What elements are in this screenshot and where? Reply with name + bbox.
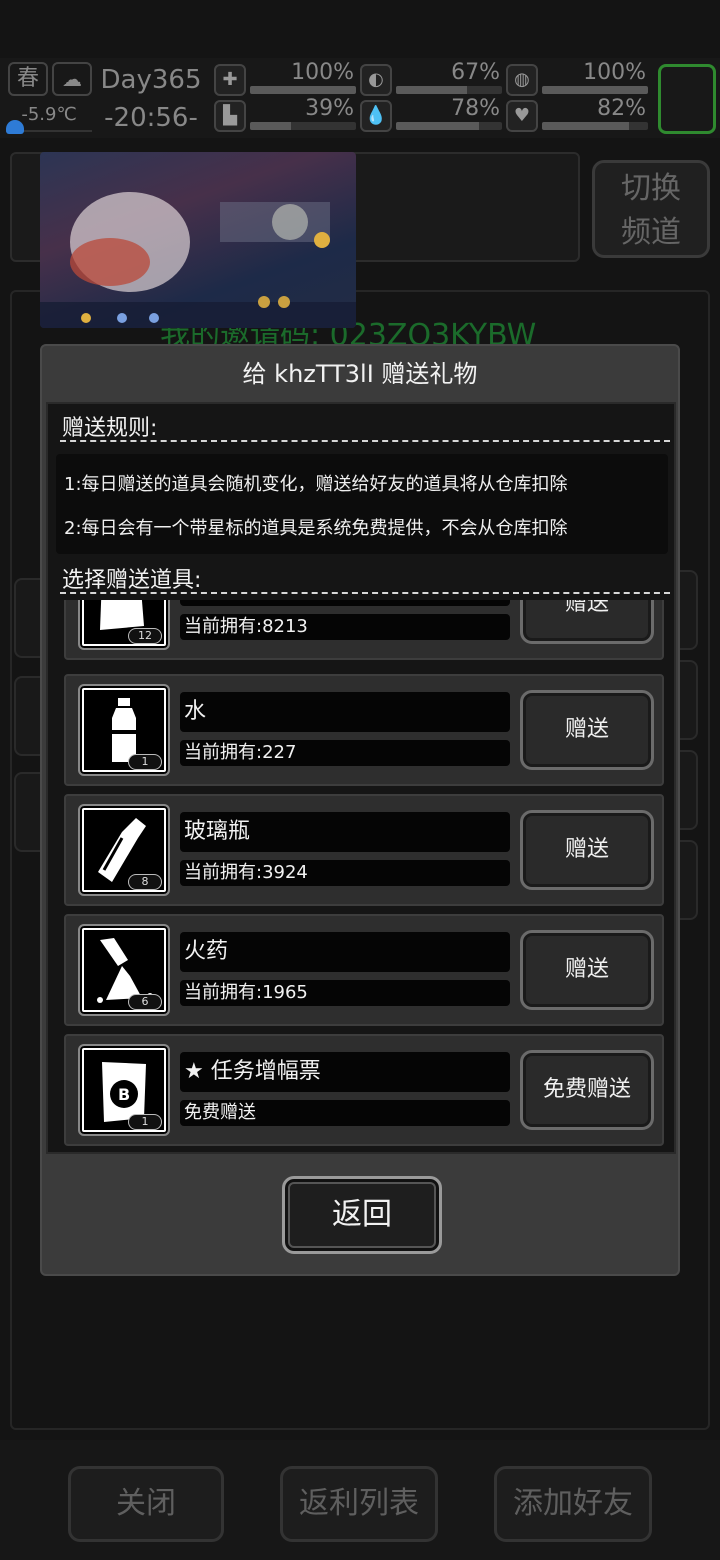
boot-icon: ▙ [214,100,246,132]
stat-bar-fill [542,86,648,94]
gift-item-row: 6 火药 当前拥有:1965 赠送 [64,914,664,1026]
gift-button[interactable]: 赠送 [520,810,654,890]
stat-thirst: 💧 78% [360,96,506,134]
gift-item-row: F 12 肥料 当前拥有:8213 赠送 [64,600,664,660]
water-bottle-icon: 1 [78,684,170,776]
dialog-content: 赠送规则: 1:每日赠送的道具会随机变化，赠送给好友的道具将从仓库扣除 2:每日… [46,402,676,1154]
brain-icon: ◍ [506,64,538,96]
item-name: 肥料 [180,600,510,606]
gift-item-list[interactable]: F 12 肥料 当前拥有:8213 赠送 1 水 [58,600,668,1148]
rules-box: 1:每日赠送的道具会随机变化，赠送给好友的道具将从仓库扣除 2:每日会有一个带星… [56,454,668,554]
fertilizer-bag-icon: F 12 [78,600,170,650]
close-button[interactable]: 关闭 [68,1466,224,1542]
stat-bar-fill [396,122,479,130]
gift-item-row: 8 玻璃瓶 当前拥有:3924 赠送 [64,794,664,906]
inventory-slot[interactable] [658,64,716,134]
item-name: ★ 任务增幅票 [180,1052,510,1092]
gift-item-row: B 1 ★ 任务增幅票 免费赠送 免费赠送 [64,1034,664,1146]
stat-bar-fill [250,122,292,130]
gunpowder-icon: 6 [78,924,170,1016]
gift-dialog: 给 khzTT3lI 赠送礼物 赠送规则: 1:每日赠送的道具会随机变化，赠送给… [40,344,680,1276]
back-button[interactable]: 返回 [282,1176,442,1254]
stat-mood: ♥ 82% [506,96,652,134]
rule-text: 1:每日赠送的道具会随机变化，赠送给好友的道具将从仓库扣除 [64,474,568,495]
divider [60,440,670,442]
medkit-icon: ✚ [214,64,246,96]
svg-text:F: F [116,600,127,604]
item-owned-count: 当前拥有:8213 [180,614,510,640]
ticket-icon: B 1 [78,1044,170,1136]
gift-item-row: 1 水 当前拥有:227 赠送 [64,674,664,786]
stat-health: ✚ 100% [214,60,360,98]
status-bar: 春 ☁ -5.9℃ Day365 -20:56- ✚ 100% ◐ 67% ◍ … [0,58,720,138]
stat-bar-fill [250,86,356,94]
item-quantity-badge: 1 [128,754,162,770]
clock-time: -20:56- [104,103,198,133]
stat-sanity: ◍ 100% [506,60,652,98]
item-quantity-badge: 1 [128,1114,162,1130]
stat-stamina: ▙ 39% [214,96,360,134]
gift-button[interactable]: 赠送 [520,930,654,1010]
day-counter: Day365 [100,65,202,95]
rule-text: 2:每日会有一个带星标的道具是系统免费提供，不会从仓库扣除 [64,518,568,539]
item-owned-count: 当前拥有:3924 [180,860,510,886]
divider [60,592,670,594]
select-heading: 选择赠送道具: [62,568,202,593]
item-quantity-badge: 12 [128,628,162,644]
item-name: 玻璃瓶 [180,812,510,852]
stat-bar-fill [396,86,468,94]
season-indicator: 春 [8,62,48,96]
add-friend-button[interactable]: 添加好友 [494,1466,652,1542]
glass-bottle-icon: 8 [78,804,170,896]
stomach-icon: ◐ [360,64,392,96]
item-owned-count: 当前拥有:1965 [180,980,510,1006]
ad-video-thumbnail[interactable] [40,152,356,328]
switch-channel-button[interactable]: 切换 频道 [592,160,710,258]
stat-hunger: ◐ 67% [360,60,506,98]
svg-text:B: B [118,1085,130,1104]
gift-button[interactable]: 赠送 [520,600,654,644]
item-owned-count: 免费赠送 [180,1100,510,1126]
item-name: 火药 [180,932,510,972]
water-drop-icon: 💧 [360,100,392,132]
item-quantity-badge: 8 [128,874,162,890]
item-quantity-badge: 6 [128,994,162,1010]
heart-icon: ♥ [506,100,538,132]
free-gift-button[interactable]: 免费赠送 [520,1050,654,1130]
gift-button[interactable]: 赠送 [520,690,654,770]
dialog-title: 给 khzTT3lI 赠送礼物 [242,360,478,388]
cloud-icon: ☁ [52,62,92,96]
thermometer-icon [6,120,24,134]
ad-artwork [40,192,356,328]
stat-bar-fill [542,122,629,130]
rebate-list-button[interactable]: 返利列表 [280,1466,438,1542]
item-owned-count: 当前拥有:227 [180,740,510,766]
rules-heading: 赠送规则: [62,416,158,441]
item-name: 水 [180,692,510,732]
